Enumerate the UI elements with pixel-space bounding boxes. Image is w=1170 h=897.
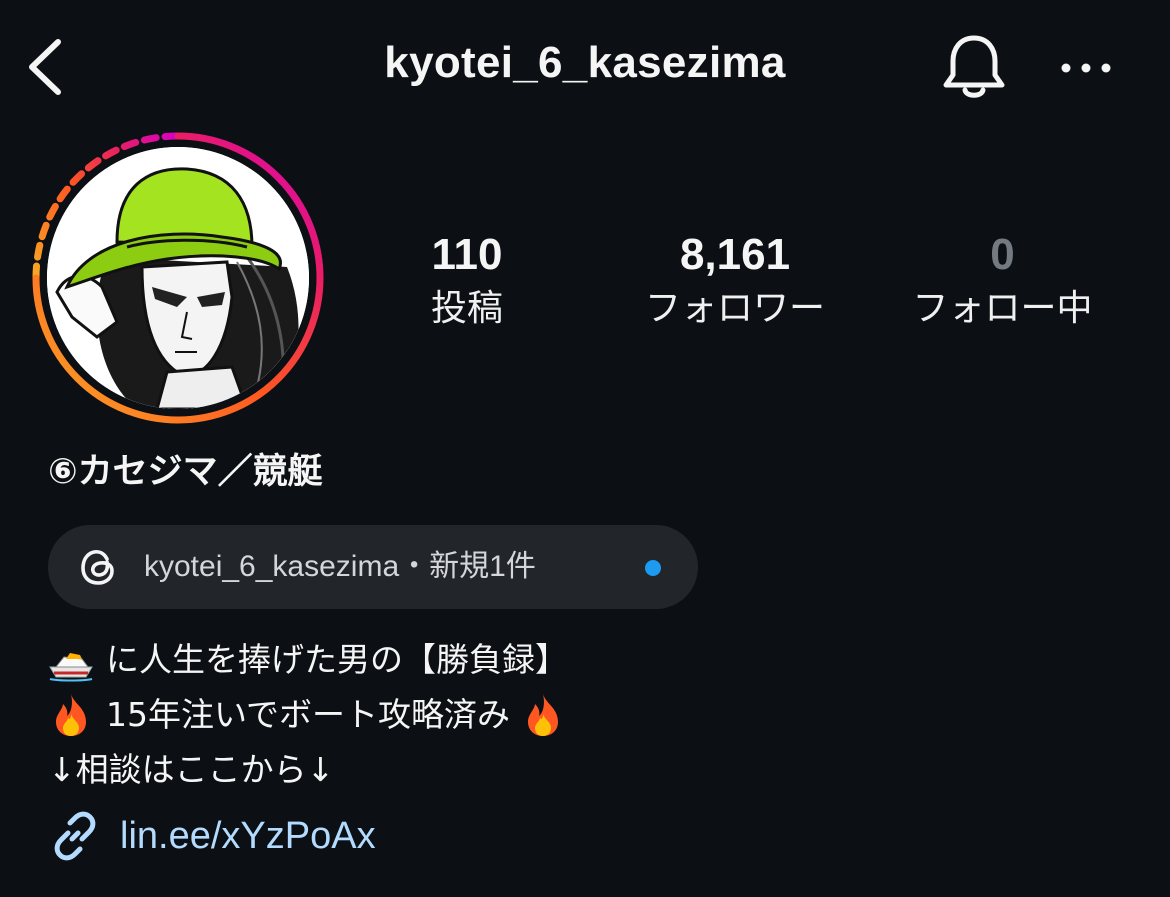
- fire-icon: [56, 693, 86, 736]
- link-icon: [54, 811, 96, 861]
- followers-count-label: フォロワー: [644, 288, 825, 329]
- followers-count-value: 8,161: [679, 230, 791, 279]
- following-count-label: フォロー中: [912, 288, 1093, 329]
- external-link[interactable]: lin.ee/xYzPoAx: [48, 808, 376, 864]
- link-text[interactable]: lin.ee/xYzPoAx: [120, 815, 376, 858]
- threads-icon: [81, 549, 114, 585]
- chevron-left-icon: [29, 39, 61, 95]
- bio-text-1: に人生を捧げた男の【勝負録】: [106, 640, 568, 679]
- threads-badge-text: kyotei_6_kasezima・新規1件: [144, 550, 536, 583]
- display-name: ⑥カセジマ／競艇: [48, 452, 323, 492]
- notifications-button[interactable]: [938, 30, 1010, 104]
- following-count-value: 0: [990, 230, 1015, 279]
- speedboat-icon: [49, 652, 93, 681]
- profile-screen: kyotei_6_kasezima 110 投稿 8,161 フォロワー 0 フ…: [0, 0, 1170, 897]
- fire-icon: [528, 693, 559, 736]
- more-horizontal-icon: [1061, 63, 1111, 73]
- more-options-button[interactable]: [1056, 50, 1116, 86]
- page-title-username: kyotei_6_kasezima: [384, 38, 786, 87]
- posts-count[interactable]: 110 投稿: [400, 228, 534, 334]
- bell-icon: [943, 35, 1005, 98]
- profile-avatar[interactable]: [47, 147, 309, 409]
- following-count[interactable]: 0 フォロー中: [895, 228, 1110, 334]
- bio-line-2: 15年注いでボート攻略済み: [48, 687, 568, 742]
- bio-text-3: ↓相談はここから↓: [48, 750, 335, 789]
- followers-count[interactable]: 8,161 フォロワー: [620, 228, 850, 334]
- posts-count-value: 110: [431, 230, 503, 279]
- bio: に人生を捧げた男の【勝負録】 15年注いでボート攻略済み ↓相談はここから↓: [48, 632, 568, 797]
- threads-badge-button[interactable]: kyotei_6_kasezima・新規1件: [48, 525, 698, 609]
- back-button[interactable]: [22, 36, 72, 98]
- bio-line-3: ↓相談はここから↓: [48, 742, 568, 797]
- new-indicator-dot: [645, 560, 661, 576]
- bio-text-2: 15年注いでボート攻略済み: [106, 695, 511, 734]
- avatar-illustration: [47, 147, 309, 409]
- bio-line-1: に人生を捧げた男の【勝負録】: [48, 632, 568, 687]
- posts-count-label: 投稿: [430, 288, 503, 329]
